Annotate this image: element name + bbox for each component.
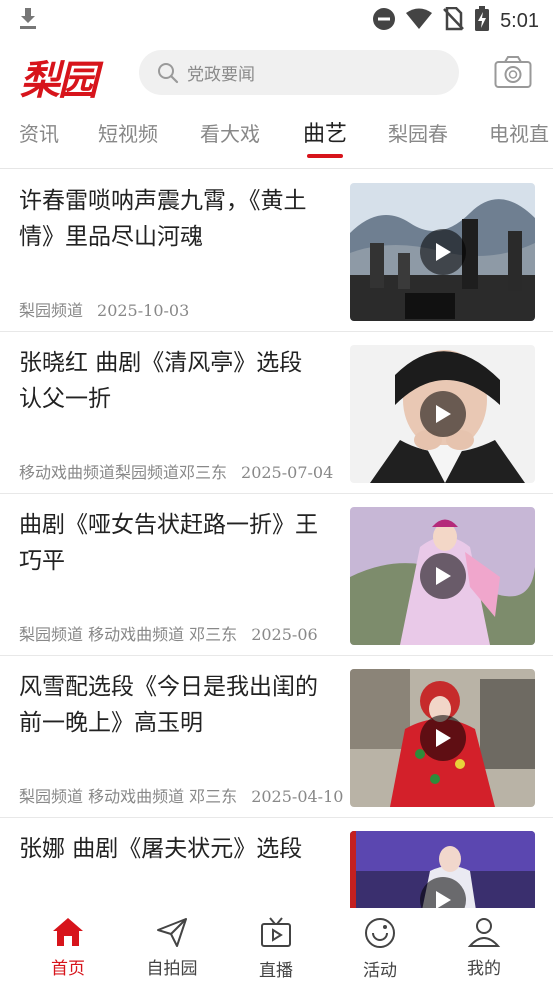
news-meta: 梨园频道 移动戏曲频道 邓三东 2025-04-10 xyxy=(19,783,343,807)
search-icon xyxy=(157,62,179,84)
status-bar: 5:01 xyxy=(0,0,553,40)
nav-label: 活动 xyxy=(363,961,397,981)
news-date: 2025-10-03 xyxy=(97,301,190,320)
news-date: 2025-07-04 xyxy=(241,463,334,482)
play-icon[interactable] xyxy=(420,715,466,761)
nav-mine[interactable]: 我的 xyxy=(444,916,524,979)
bottom-nav: 首页 自拍园 直播 活动 我的 xyxy=(0,908,553,983)
tv-play-icon xyxy=(259,917,293,954)
nav-label: 直播 xyxy=(259,961,293,981)
tab-news[interactable]: 资讯 xyxy=(19,118,59,147)
news-item[interactable]: 曲剧《哑女告状赶路一折》王巧平 梨园频道 移动戏曲频道 邓三东 2025-06 xyxy=(0,493,553,656)
video-thumbnail[interactable] xyxy=(350,507,535,645)
activity-icon xyxy=(363,918,397,954)
play-icon[interactable] xyxy=(420,553,466,599)
user-icon xyxy=(467,918,501,952)
nav-label: 自拍园 xyxy=(146,959,198,979)
video-thumbnail[interactable] xyxy=(350,669,535,807)
tab-liyuanchun[interactable]: 梨园春 xyxy=(388,118,448,147)
video-thumbnail[interactable] xyxy=(350,831,535,908)
news-item[interactable]: 张晓红 曲剧《清风亭》选段 认父一折 移动戏曲频道梨园频道邓三东 2025-07-… xyxy=(0,331,553,494)
download-icon xyxy=(18,8,38,34)
play-icon[interactable] xyxy=(420,391,466,437)
camera-icon[interactable] xyxy=(494,55,532,93)
news-title[interactable]: 许春雷唢呐声震九霄，《黄土情》里品尽山河魂 xyxy=(19,183,324,255)
send-icon xyxy=(155,918,189,952)
news-meta: 梨园频道 移动戏曲频道 邓三东 2025-06 xyxy=(19,621,318,645)
news-source: 梨园频道 移动戏曲频道 邓三东 xyxy=(19,787,238,806)
nav-selfie[interactable]: 自拍园 xyxy=(132,916,212,979)
no-sim-icon xyxy=(442,6,464,35)
nav-home[interactable]: 首页 xyxy=(28,916,108,979)
nav-label: 首页 xyxy=(51,959,85,979)
home-icon xyxy=(51,918,85,952)
nav-activity[interactable]: 活动 xyxy=(340,916,420,981)
search-bar[interactable]: 党政要闻 xyxy=(139,50,459,95)
news-date: 2025-06 xyxy=(251,625,318,644)
dnd-icon xyxy=(372,7,396,35)
news-item[interactable]: 张娜 曲剧《屠夫状元》选段 xyxy=(0,817,553,908)
news-item[interactable]: 许春雷唢呐声震九霄，《黄土情》里品尽山河魂 梨园频道 2025-10-03 xyxy=(0,169,553,332)
tab-quyi[interactable]: 曲艺 xyxy=(303,116,347,148)
battery-charging-icon xyxy=(474,6,490,36)
video-thumbnail[interactable] xyxy=(350,345,535,483)
news-title[interactable]: 曲剧《哑女告状赶路一折》王巧平 xyxy=(19,507,324,579)
app-header: 梨园 党政要闻 xyxy=(0,40,553,106)
news-source: 移动戏曲频道梨园频道邓三东 xyxy=(19,463,228,482)
news-title[interactable]: 张晓红 曲剧《清风亭》选段 认父一折 xyxy=(19,345,324,417)
news-source: 梨园频道 xyxy=(19,301,84,320)
news-source: 梨园频道 移动戏曲频道 邓三东 xyxy=(19,625,238,644)
app-logo[interactable]: 梨园 xyxy=(20,48,98,106)
nav-label: 我的 xyxy=(467,959,501,979)
news-title[interactable]: 风雪配选段《今日是我出闺的前一晚上》高玉明 xyxy=(19,669,324,741)
play-icon[interactable] xyxy=(420,229,466,275)
tab-big-opera[interactable]: 看大戏 xyxy=(200,118,260,147)
search-input[interactable]: 党政要闻 xyxy=(187,60,255,85)
video-thumbnail[interactable] xyxy=(350,183,535,321)
news-item[interactable]: 风雪配选段《今日是我出闺的前一晚上》高玉明 梨园频道 移动戏曲频道 邓三东 202… xyxy=(0,655,553,818)
active-tab-indicator xyxy=(307,154,343,158)
news-list: 许春雷唢呐声震九霄，《黄土情》里品尽山河魂 梨园频道 2025-10-03 张晓红… xyxy=(0,169,553,908)
news-meta: 移动戏曲频道梨园频道邓三东 2025-07-04 xyxy=(19,459,333,483)
tab-tv-live[interactable]: 电视直 xyxy=(489,118,549,147)
category-tabs: 资讯 短视频 看大戏 曲艺 梨园春 电视直 xyxy=(0,108,553,169)
news-meta: 梨园频道 2025-10-03 xyxy=(19,297,189,321)
nav-live[interactable]: 直播 xyxy=(236,916,316,981)
wifi-icon xyxy=(406,8,433,34)
news-title[interactable]: 张娜 曲剧《屠夫状元》选段 xyxy=(19,831,324,867)
news-date: 2025-04-10 xyxy=(251,787,344,806)
tab-short-video[interactable]: 短视频 xyxy=(98,118,158,147)
clock: 5:01 xyxy=(500,9,539,32)
